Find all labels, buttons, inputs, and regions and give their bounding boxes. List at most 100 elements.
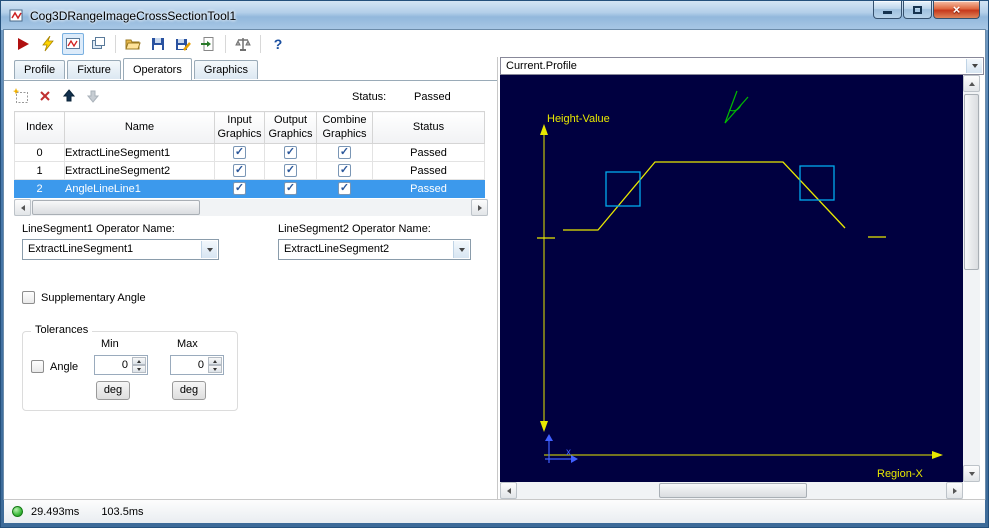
- checkbox-cell[interactable]: ✓: [214, 161, 265, 180]
- column-header-output-graphics[interactable]: Output Graphics: [264, 111, 317, 144]
- move-up-button[interactable]: [60, 87, 78, 105]
- move-down-button[interactable]: [84, 87, 102, 105]
- combo-drop-button[interactable]: [453, 241, 469, 258]
- title-bar[interactable]: Cog3DRangeImageCrossSectionTool1 ×: [1, 1, 988, 30]
- table-row[interactable]: 1 ExtractLineSegment2 ✓ ✓ ✓ Passed: [14, 161, 485, 180]
- delete-operator-button[interactable]: [36, 87, 54, 105]
- scroll-left-button[interactable]: [14, 199, 31, 216]
- float-window-button[interactable]: [87, 33, 109, 55]
- display-vscrollbar[interactable]: [963, 75, 980, 482]
- table-cell[interactable]: Passed: [372, 179, 485, 198]
- angle-checkbox[interactable]: [31, 360, 44, 373]
- angle-marker[interactable]: [724, 90, 749, 124]
- graphics-checkbox[interactable]: ✓: [338, 146, 351, 159]
- graphics-checkbox[interactable]: ✓: [338, 182, 351, 195]
- display-hscrollbar[interactable]: [500, 482, 963, 499]
- line-segment2-marker[interactable]: [799, 165, 835, 201]
- table-cell[interactable]: Passed: [372, 161, 485, 180]
- max-spinner[interactable]: 0: [170, 355, 224, 375]
- minimize-button[interactable]: [873, 1, 902, 19]
- table-cell[interactable]: 1: [14, 161, 65, 180]
- max-deg-button[interactable]: deg: [172, 381, 206, 400]
- table-cell[interactable]: 2: [14, 179, 65, 198]
- tab-profile[interactable]: Profile: [14, 60, 66, 79]
- tolerances-group: Tolerances Min Max Angle 0 0 deg deg: [22, 324, 238, 411]
- save-as-button[interactable]: [172, 33, 194, 55]
- add-operator-button[interactable]: [12, 87, 30, 105]
- table-row[interactable]: 0 ExtractLineSegment1 ✓ ✓ ✓ Passed: [14, 143, 485, 162]
- combo-drop-button[interactable]: [966, 59, 982, 73]
- graphics-checkbox[interactable]: ✓: [233, 146, 246, 159]
- table-cell[interactable]: Passed: [372, 143, 485, 162]
- combo-drop-button[interactable]: [201, 241, 217, 258]
- tab-fixture[interactable]: Fixture: [67, 60, 121, 79]
- scroll-down-button[interactable]: [963, 465, 980, 482]
- scroll-right-button[interactable]: [946, 482, 963, 499]
- checkbox-cell[interactable]: ✓: [264, 143, 317, 162]
- table-cell[interactable]: AngleLineLine1: [64, 179, 215, 198]
- table-row[interactable]: 2 AngleLineLine1 ✓ ✓ ✓ Passed: [14, 179, 485, 198]
- scrollbar-thumb[interactable]: [32, 200, 200, 215]
- maximize-button[interactable]: [903, 1, 932, 19]
- graphics-checkbox[interactable]: ✓: [284, 182, 297, 195]
- min-spinner[interactable]: 0: [94, 355, 148, 375]
- toolbar-separator: [225, 34, 226, 53]
- spin-down-button[interactable]: [132, 365, 146, 373]
- spin-down-button[interactable]: [208, 365, 222, 373]
- min-deg-button[interactable]: deg: [96, 381, 130, 400]
- table-cell[interactable]: 0: [14, 143, 65, 162]
- table-cell[interactable]: ExtractLineSegment2: [64, 161, 215, 180]
- column-header-input-graphics[interactable]: Input Graphics: [214, 111, 265, 144]
- tab-graphics[interactable]: Graphics: [193, 60, 258, 79]
- scroll-up-button[interactable]: [963, 75, 980, 92]
- help-button[interactable]: ?: [267, 33, 289, 55]
- column-header-status[interactable]: Status: [372, 111, 485, 144]
- linesegment2-combo[interactable]: ExtractLineSegment2: [278, 239, 471, 260]
- linesegment1-combo[interactable]: ExtractLineSegment1: [22, 239, 219, 260]
- scroll-left-button[interactable]: [500, 482, 517, 499]
- height-value-label: Height-Value: [547, 113, 610, 125]
- close-button[interactable]: ×: [933, 1, 980, 19]
- region-x-label: Region-X: [877, 468, 924, 480]
- checkbox-cell[interactable]: ✓: [214, 179, 265, 198]
- linesegment1-label: LineSegment1 Operator Name:: [22, 223, 175, 235]
- graphics-checkbox[interactable]: ✓: [338, 164, 351, 177]
- column-header-index[interactable]: Index: [14, 111, 65, 144]
- table-header-row: Index Name Input Graphics Output Graphic…: [14, 111, 485, 144]
- origin-axes: [545, 434, 578, 463]
- electrode-button[interactable]: [62, 32, 84, 55]
- tab-operators[interactable]: Operators: [122, 58, 192, 80]
- graphics-checkbox[interactable]: ✓: [233, 164, 246, 177]
- checkbox-cell[interactable]: ✓: [316, 143, 373, 162]
- column-header-combine-graphics[interactable]: Combine Graphics: [316, 111, 373, 144]
- record-selector[interactable]: Current.Profile: [500, 57, 984, 75]
- graphics-checkbox[interactable]: ✓: [233, 182, 246, 195]
- open-button[interactable]: [122, 33, 144, 55]
- toolbar-separator: [115, 34, 116, 53]
- run-button[interactable]: [12, 33, 34, 55]
- table-cell[interactable]: ExtractLineSegment1: [64, 143, 215, 162]
- import-button[interactable]: [197, 33, 219, 55]
- supplementary-angle-checkbox[interactable]: [22, 291, 35, 304]
- trigger-button[interactable]: [37, 33, 59, 55]
- checkbox-cell[interactable]: ✓: [264, 179, 317, 198]
- checkbox-cell[interactable]: ✓: [316, 161, 373, 180]
- spin-up-button[interactable]: [132, 357, 146, 365]
- checkbox-cell[interactable]: ✓: [214, 143, 265, 162]
- checkbox-cell[interactable]: ✓: [264, 161, 317, 180]
- scroll-right-button[interactable]: [471, 199, 488, 216]
- operator-list-toolbar: [12, 87, 102, 105]
- graphics-checkbox[interactable]: ✓: [284, 146, 297, 159]
- scrollbar-thumb[interactable]: [964, 94, 979, 270]
- save-button[interactable]: [147, 33, 169, 55]
- calibrate-button[interactable]: [232, 33, 254, 55]
- graphics-checkbox[interactable]: ✓: [284, 164, 297, 177]
- checkbox-cell[interactable]: ✓: [316, 179, 373, 198]
- scroll-left-icon: [20, 204, 25, 211]
- table-scrollbar[interactable]: [14, 199, 488, 216]
- chevron-down-icon: [206, 247, 213, 252]
- spin-up-button[interactable]: [208, 357, 222, 365]
- column-header-name[interactable]: Name: [64, 111, 215, 144]
- profile-canvas[interactable]: Height-Value Region-X x: [500, 75, 963, 482]
- scrollbar-thumb[interactable]: [659, 483, 807, 498]
